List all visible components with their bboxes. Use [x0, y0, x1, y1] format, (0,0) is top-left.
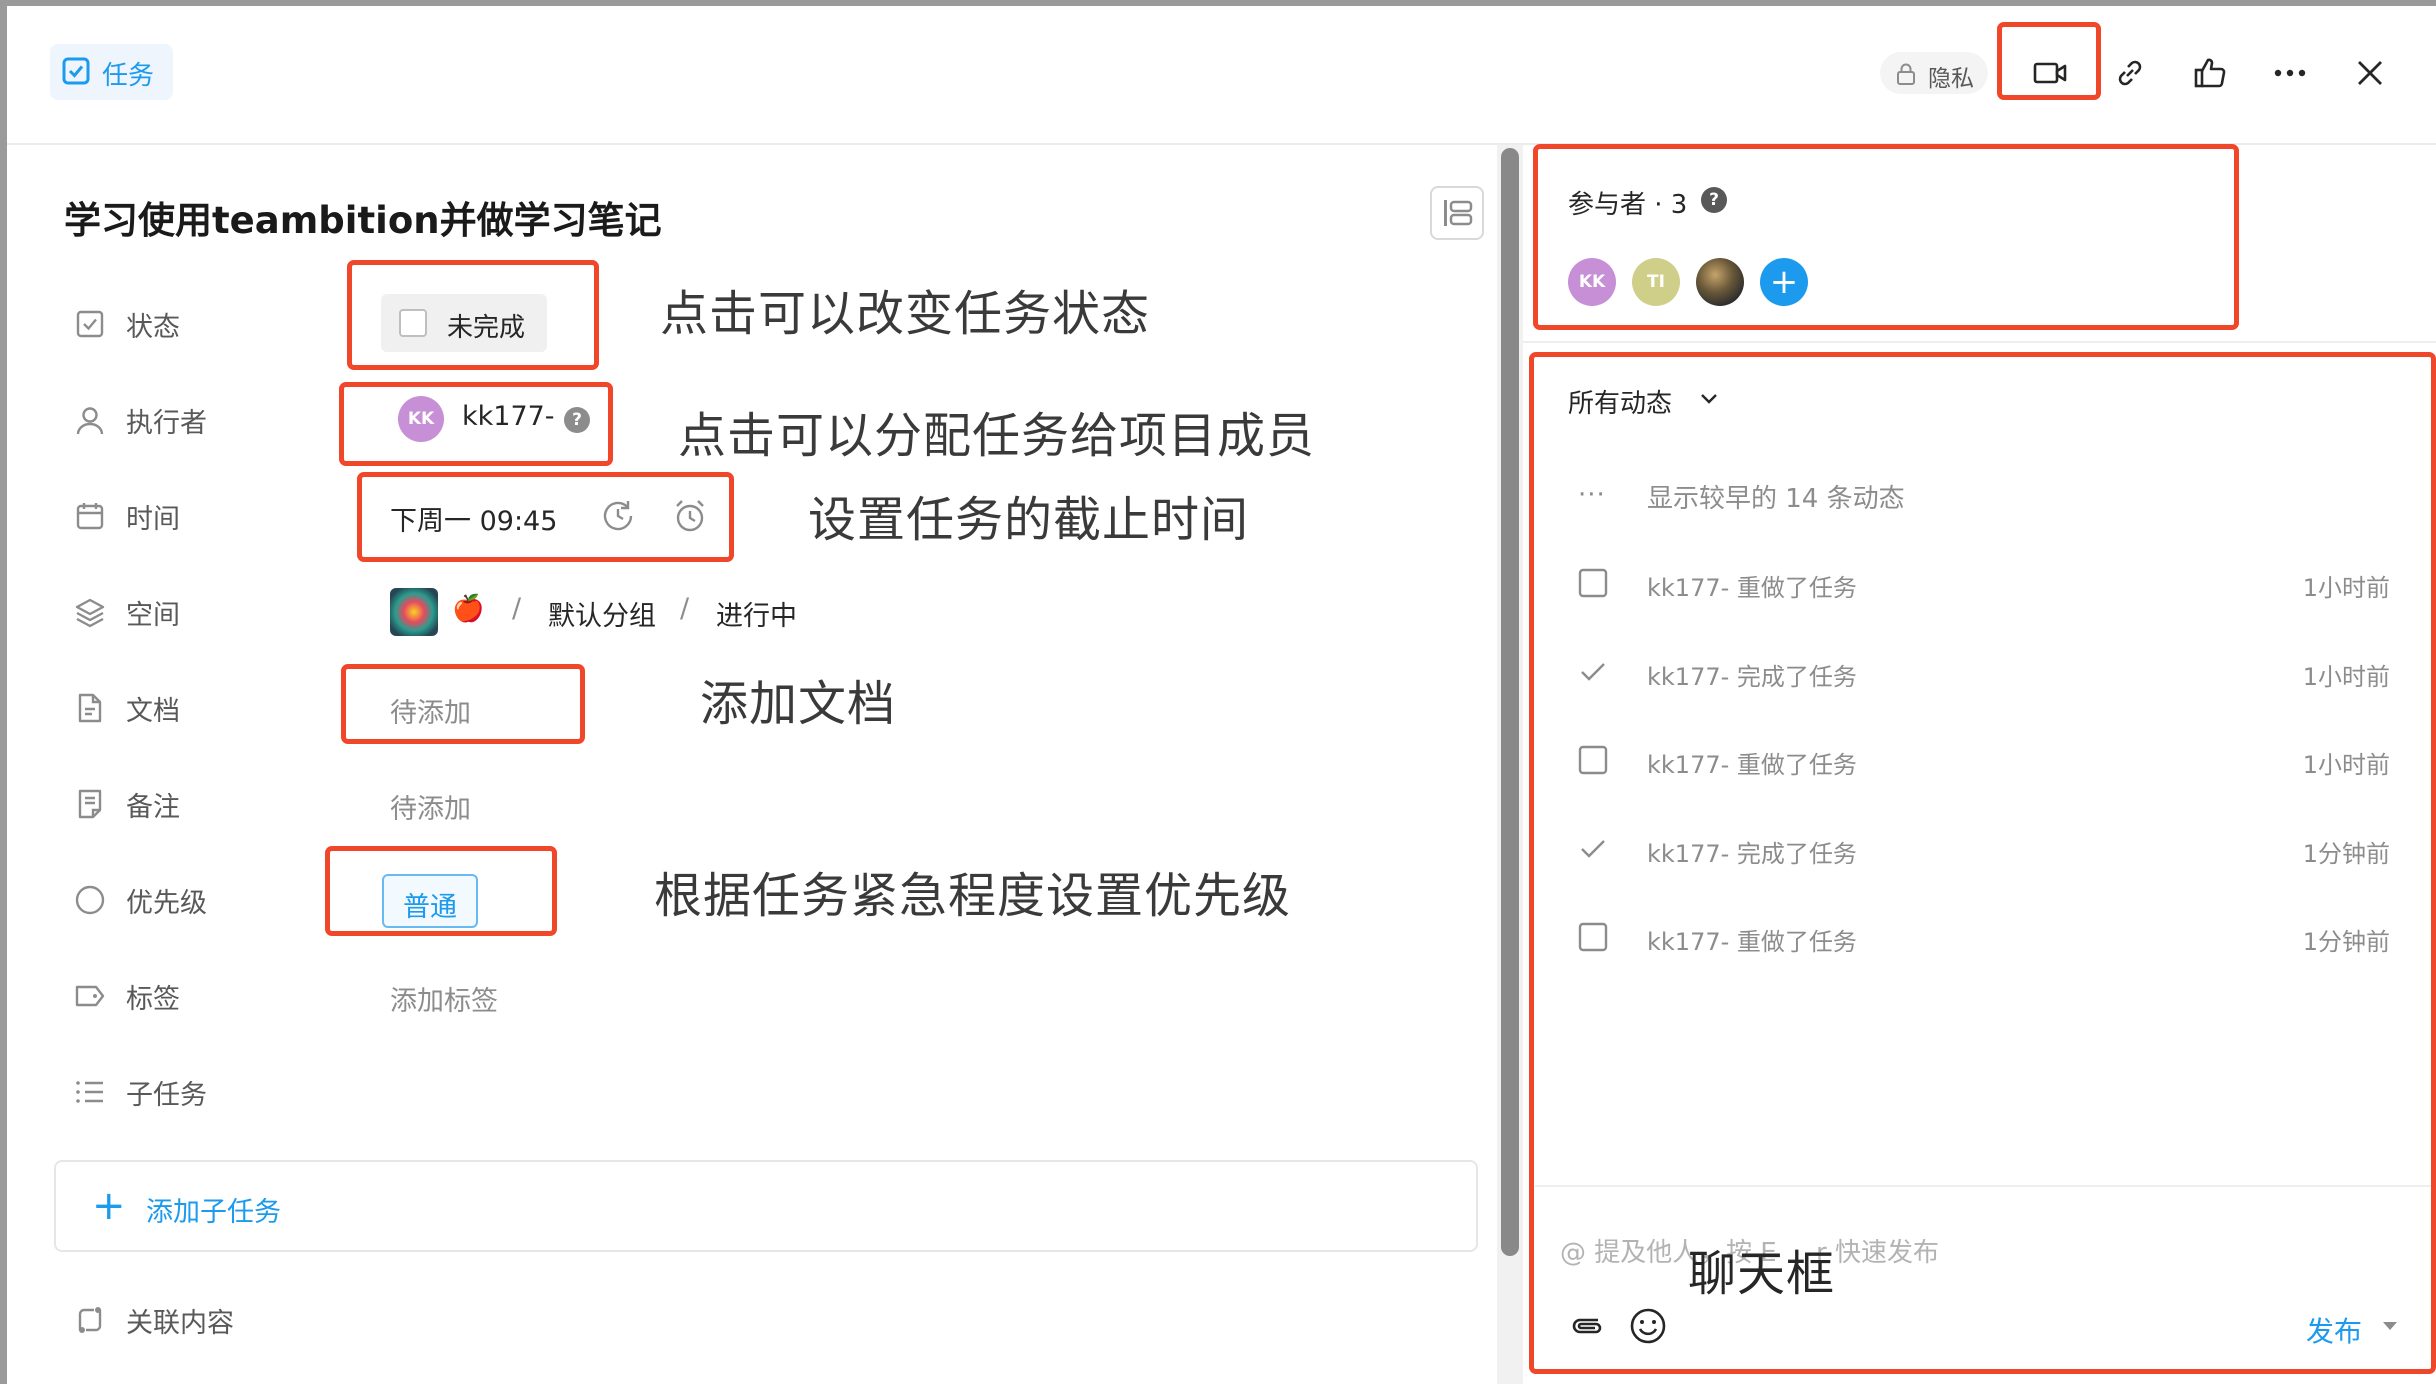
scrollbar-thumb[interactable]: [1501, 148, 1519, 1256]
notes-placeholder[interactable]: 待添加: [390, 787, 471, 826]
highlight-status: [347, 260, 599, 370]
annotation-docs: 添加文档: [700, 676, 897, 732]
calendar-icon: [72, 498, 108, 534]
thumbs-up-icon: [2194, 58, 2226, 88]
assignee-label: 执行者: [126, 408, 207, 439]
status-label: 状态: [126, 312, 180, 343]
add-tag-link[interactable]: 添加标签: [390, 979, 498, 1018]
note-icon: [72, 786, 108, 822]
highlight-docs: [341, 664, 585, 744]
highlight-video-call: [1997, 22, 2101, 100]
like-button[interactable]: [2188, 51, 2232, 95]
tag-icon: [72, 978, 108, 1014]
task-title[interactable]: 学习使用teambition并做学习笔记: [64, 190, 662, 244]
priority-icon: [72, 882, 108, 918]
task-type-label: 任务: [102, 61, 155, 91]
related-icon: [72, 1302, 108, 1338]
annotation-priority: 根据任务紧急程度设置优先级: [654, 868, 1292, 924]
participants-divider: [1523, 341, 2436, 343]
priority-label: 优先级: [126, 888, 207, 919]
more-icon: [2274, 69, 2306, 77]
breadcrumb-separator: /: [680, 593, 690, 624]
stage-name[interactable]: 进行中: [716, 594, 797, 633]
notes-label: 备注: [126, 792, 180, 823]
breadcrumb-separator: /: [512, 593, 522, 624]
close-button[interactable]: [2348, 51, 2392, 95]
project-cover-image[interactable]: [390, 588, 438, 636]
annotation-assignee: 点击可以分配任务给项目成员: [678, 408, 1316, 464]
highlight-priority: [325, 846, 557, 936]
layers-icon: [72, 594, 108, 630]
annotation-status: 点击可以改变任务状态: [660, 286, 1151, 342]
project-emoji[interactable]: 🍎: [452, 594, 484, 624]
annotation-time: 设置任务的截止时间: [808, 492, 1250, 548]
sidebar-toggle-button[interactable]: [1430, 186, 1484, 240]
privacy-label: 隐私: [1928, 66, 1974, 92]
close-icon: [2358, 61, 2382, 85]
status-icon: [72, 306, 108, 342]
docs-label: 文档: [126, 696, 180, 727]
highlight-activity-chat: [1529, 352, 2436, 1374]
space-label: 空间: [126, 600, 180, 631]
time-label: 时间: [126, 504, 180, 535]
privacy-toggle[interactable]: 隐私: [1880, 52, 1988, 94]
copy-link-button[interactable]: [2108, 51, 2152, 95]
subtasks-label: 子任务: [126, 1080, 207, 1111]
lock-icon: [1897, 63, 1915, 85]
more-button[interactable]: [2268, 51, 2312, 95]
tags-label: 标签: [126, 984, 180, 1015]
task-type-tag[interactable]: 任务: [50, 44, 173, 100]
task-checkbox-icon: [62, 57, 90, 85]
plus-icon: +: [92, 1183, 126, 1229]
highlight-participants: [1533, 144, 2239, 330]
layout-toggle-icon: [1444, 200, 1473, 226]
highlight-assignee: [339, 382, 613, 466]
user-icon: [72, 402, 108, 438]
group-name[interactable]: 默认分组: [548, 594, 656, 633]
add-subtask-button[interactable]: + 添加子任务: [54, 1160, 1478, 1252]
link-icon: [2118, 60, 2142, 86]
highlight-time: [357, 472, 734, 562]
list-icon: [72, 1074, 108, 1110]
document-icon: [72, 690, 108, 726]
add-subtask-label: 添加子任务: [146, 1197, 281, 1228]
related-content-link[interactable]: 关联内容: [126, 1301, 234, 1340]
